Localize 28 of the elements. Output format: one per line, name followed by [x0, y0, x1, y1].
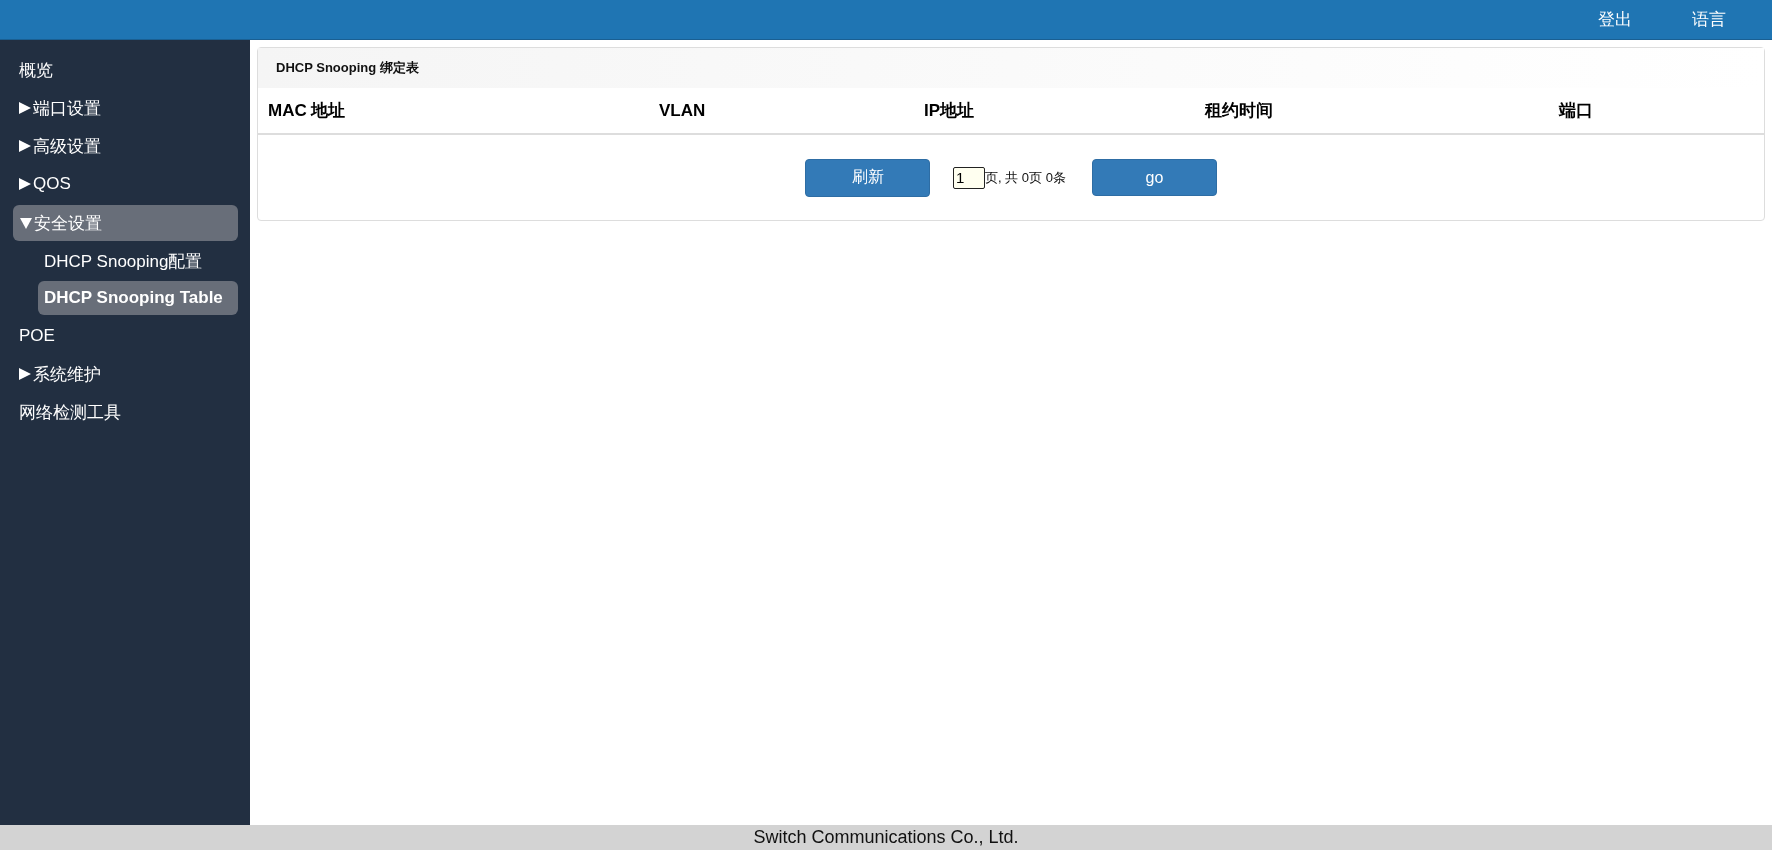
caret-icon — [19, 140, 31, 152]
go-button[interactable]: go — [1091, 159, 1217, 196]
sidebar-item[interactable]: 高级设置 — [0, 127, 238, 165]
sidebar-subitem[interactable]: DHCP Snooping配置 — [38, 243, 238, 279]
caret-icon — [19, 178, 31, 190]
sidebar-item[interactable]: 端口设置 — [0, 89, 238, 127]
column-header: VLAN — [659, 100, 707, 121]
caret-icon — [20, 217, 32, 229]
panel-title: DHCP Snooping 绑定表 — [258, 48, 1764, 88]
sidebar-item[interactable]: POE — [0, 317, 238, 355]
page-summary: 页, 共 0页 0条 — [985, 168, 1066, 187]
sidebar-item[interactable]: QOS — [0, 165, 238, 203]
caret-icon — [19, 368, 31, 380]
sidebar-item[interactable]: 网络检测工具 — [0, 393, 238, 431]
page-input[interactable]: 1 — [953, 166, 986, 189]
refresh-button[interactable]: 刷新 — [805, 158, 931, 197]
sidebar-item[interactable]: 安全设置 — [13, 205, 238, 241]
column-header: MAC 地址 — [268, 100, 347, 122]
sidebar-item[interactable]: 概览 — [0, 51, 238, 89]
footer-text: Switch Communications Co., Ltd. — [753, 827, 1019, 848]
column-header: 租约时间 — [1205, 100, 1274, 122]
column-header: 端口 — [1559, 100, 1593, 122]
top-bar-link[interactable]: 登出 — [1592, 8, 1638, 31]
sidebar-item[interactable]: 系统维护 — [0, 355, 238, 393]
column-header: IP地址 — [924, 100, 976, 122]
top-bar-link[interactable]: 语言 — [1686, 8, 1732, 31]
sidebar-subitem[interactable]: DHCP Snooping Table — [38, 281, 238, 315]
caret-icon — [19, 102, 31, 114]
